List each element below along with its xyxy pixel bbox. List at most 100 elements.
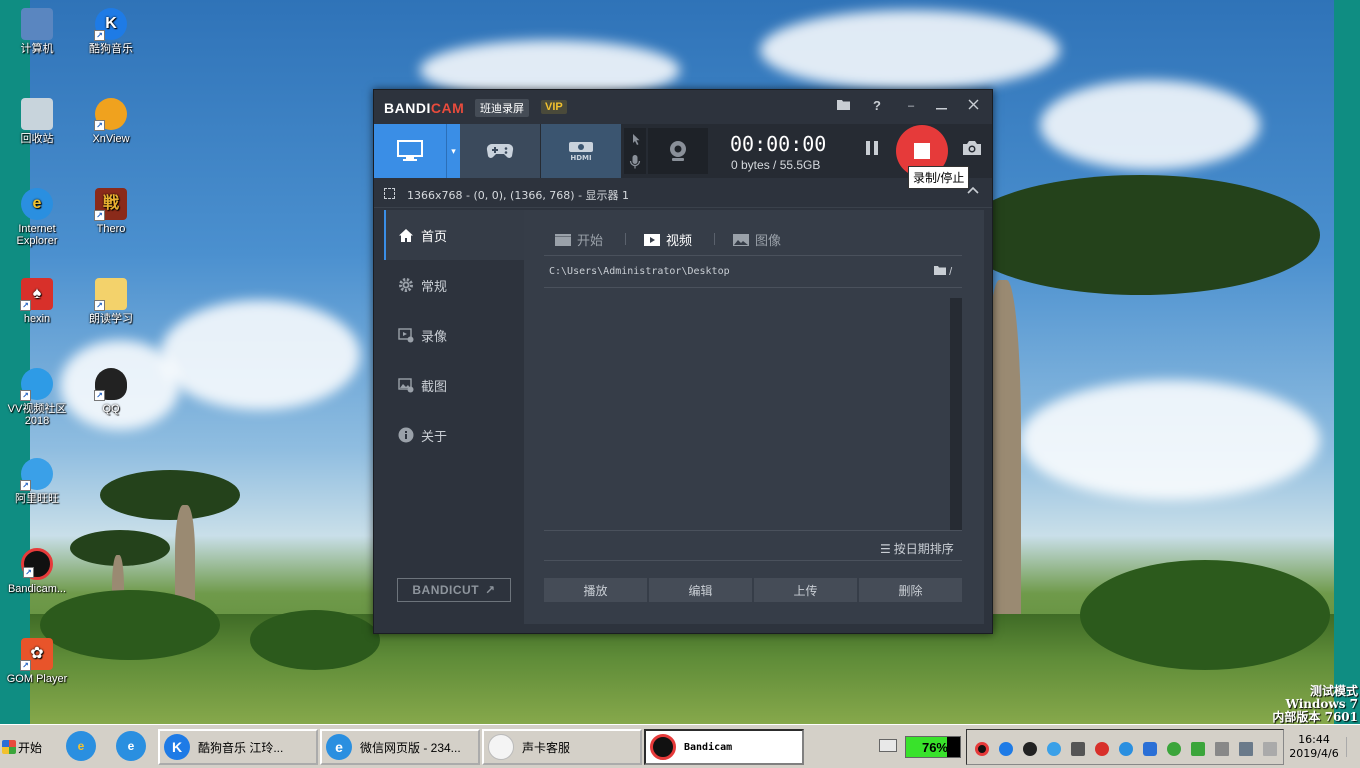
desktop-icon-label: 朗读学习 — [89, 313, 133, 325]
home-icon — [397, 226, 415, 244]
recording-area-bar[interactable]: 1366x768 - (0, 0), (1366, 768) - 显示器 1 — [374, 178, 992, 208]
minimize-tray-button[interactable]: – — [900, 96, 922, 116]
hexin-tray-icon[interactable] — [1095, 742, 1109, 756]
screen-record-mode-button[interactable] — [374, 124, 446, 178]
sidebar-item-about[interactable]: 关于 — [384, 410, 524, 460]
tab-start[interactable]: 开始 — [555, 230, 603, 249]
desktop-icon-computer[interactable]: 计算机 — [1, 8, 73, 55]
webcam-button[interactable] — [648, 128, 708, 174]
bandicut-label: BANDICUT — [412, 583, 480, 597]
vv-icon: ↗ — [20, 368, 53, 401]
info-icon — [397, 426, 415, 444]
sort-by-date-button[interactable]: ☰ 按日期排序 — [880, 540, 954, 557]
desktop-icon-kugou[interactable]: K ↗ 酷狗音乐 — [75, 8, 147, 55]
help-button[interactable]: ? — [866, 96, 888, 116]
device-tray-icon[interactable] — [1071, 742, 1085, 756]
device-record-mode-button[interactable]: HDMI — [541, 124, 621, 178]
desktop-icon-label: 计算机 — [20, 43, 54, 55]
file-list-scrollbar[interactable] — [950, 298, 962, 530]
desktop-icon-qq[interactable]: ↗ QQ — [75, 368, 147, 415]
taskbar-item-soundcard[interactable]: 声卡客服 — [482, 729, 642, 765]
record-stop-tooltip: 录制/停止 — [908, 166, 970, 189]
recording-area-info: 1366x768 - (0, 0), (1366, 768) - 显示器 1 — [407, 189, 630, 202]
network-tray-icon[interactable] — [1167, 742, 1181, 756]
game-record-mode-button[interactable] — [460, 124, 540, 178]
network-icon[interactable] — [1239, 742, 1253, 756]
close-button[interactable] — [962, 96, 984, 116]
cursor-effect-button[interactable] — [629, 132, 641, 149]
desktop-icon-recycle-bin[interactable]: 回收站 — [1, 98, 73, 145]
security-tray-icon[interactable] — [1191, 742, 1205, 756]
kugou-tray-icon[interactable] — [999, 742, 1013, 756]
stop-icon — [914, 143, 930, 159]
tab-video[interactable]: 视频 — [644, 230, 692, 249]
qq-tray-icon[interactable] — [1023, 742, 1037, 756]
quicklaunch-browser[interactable]: e — [116, 731, 146, 761]
desktop-icon-aliwangwang[interactable]: ↗ 阿里旺旺 — [1, 458, 73, 505]
start-button[interactable]: 开始 — [2, 733, 50, 761]
pause-icon — [866, 141, 878, 155]
show-desktop-button[interactable] — [1346, 737, 1356, 757]
desktop-icon-vv[interactable]: ↗ VV视频社区 2018 — [1, 368, 73, 427]
cloud — [160, 300, 360, 410]
desktop-icon-bandicam[interactable]: ↗ Bandicam... — [1, 548, 73, 595]
aliwangwang-icon: ↗ — [20, 458, 53, 491]
folder-icon — [934, 266, 946, 275]
home-tabs: 开始 视频 图像 — [544, 210, 962, 256]
sidebar-item-video[interactable]: 录像 — [384, 310, 524, 360]
taskbar-item-label: 微信网页版 - 234... — [360, 740, 461, 755]
delete-button[interactable]: 删除 — [859, 578, 962, 602]
recorded-file-list[interactable] — [544, 298, 962, 530]
edit-button[interactable]: 编辑 — [649, 578, 752, 602]
video-icon — [644, 233, 660, 246]
bandicut-button[interactable]: BANDICUT ↗ — [397, 578, 511, 602]
bush — [250, 610, 380, 670]
pause-button[interactable] — [862, 140, 882, 162]
play-button[interactable]: 播放 — [544, 578, 647, 602]
taskbar-item-wechat[interactable]: e 微信网页版 - 234... — [320, 729, 480, 765]
open-output-folder-button[interactable]: / — [934, 265, 952, 278]
desktop-icon-label: hexin — [23, 313, 51, 325]
speaker-icon[interactable] — [1263, 742, 1277, 756]
keyboard-icon[interactable] — [879, 739, 897, 752]
volume-icon[interactable] — [1215, 742, 1229, 756]
recording-timer: 00:00:00 — [730, 132, 827, 156]
taskbar-item-kugou[interactable]: K 酷狗音乐 江玲... — [158, 729, 318, 765]
tab-separator — [714, 233, 715, 245]
desktop-icon-ie[interactable]: e Internet Explorer — [1, 188, 73, 247]
ie-tray-icon[interactable] — [1119, 742, 1133, 756]
desktop-icon-label: 阿里旺旺 — [15, 493, 59, 505]
microphone-button[interactable] — [629, 154, 641, 173]
desktop-icon-folder[interactable]: ↗ 朗读学习 — [75, 278, 147, 325]
aliwangwang-tray-icon[interactable] — [1047, 742, 1061, 756]
screenshot-button[interactable] — [962, 140, 986, 162]
desktop-icon-label: Thero — [96, 223, 126, 235]
bandicam-logo: BANDICAM — [384, 100, 465, 116]
minimize-button[interactable] — [930, 96, 952, 116]
desktop-icon-thero[interactable]: 戦 ↗ Thero — [75, 188, 147, 235]
title-bar[interactable]: BANDICAM 班迪录屏 VIP ? – — [374, 90, 992, 124]
open-folder-button[interactable] — [832, 96, 854, 116]
sidebar-item-image[interactable]: 截图 — [384, 360, 524, 410]
gom-icon: ✿ ↗ — [20, 638, 53, 671]
quicklaunch-ie[interactable]: e — [66, 731, 96, 761]
audio-device-column — [624, 128, 646, 174]
bush — [1080, 560, 1330, 670]
bandicam-icon: ↗ — [21, 548, 53, 580]
sidebar-item-home[interactable]: 首页 — [384, 210, 524, 260]
shield-tray-icon[interactable] — [1143, 742, 1157, 756]
thero-icon: 戦 ↗ — [94, 188, 127, 221]
desktop-icon-gom[interactable]: ✿ ↗ GOM Player — [1, 638, 73, 685]
bandicam-tray-icon[interactable] — [975, 742, 989, 756]
upload-button[interactable]: 上传 — [754, 578, 857, 602]
cpu-usage-meter: 76% — [905, 736, 961, 758]
taskbar-item-bandicam[interactable]: Bandicam — [644, 729, 804, 765]
clock[interactable]: 16:44 2019/4/6 — [1286, 733, 1342, 761]
sidebar-item-general[interactable]: 常规 — [384, 260, 524, 310]
screen-mode-dropdown[interactable]: ▾ — [446, 124, 460, 178]
desktop-icon-hexin[interactable]: ♠ ↗ hexin — [1, 278, 73, 325]
desktop-icon-label: XnView — [92, 133, 130, 145]
tab-image[interactable]: 图像 — [733, 230, 781, 249]
recycle-bin-icon — [21, 98, 53, 130]
desktop-icon-xnview[interactable]: ↗ XnView — [75, 98, 147, 145]
